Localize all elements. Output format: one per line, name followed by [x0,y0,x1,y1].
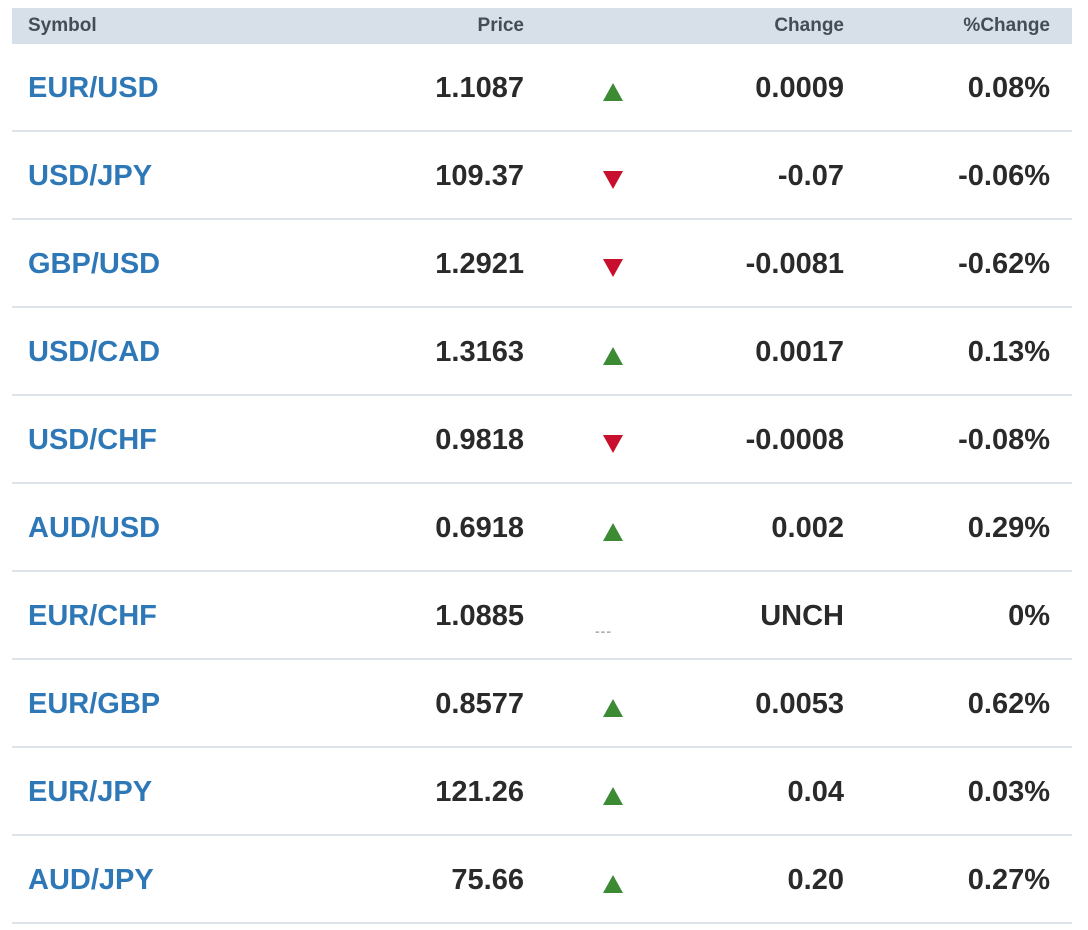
triangle-up-icon [602,874,624,894]
price-value: 0.8577 [435,688,524,720]
pct-change-value: 0.08% [967,72,1050,104]
triangle-up-icon [602,82,624,102]
table-header: Symbol Price Change %Change [12,8,1072,44]
table-row: USD/JPY 109.37 -0.07 -0.06% [12,132,1072,220]
table-row: AUD/USD 0.6918 0.002 0.29% [12,484,1072,572]
price-value: 109.37 [435,160,524,192]
symbol-link[interactable]: AUD/JPY [28,836,154,924]
price-value: 0.6918 [435,512,524,544]
price-value: 1.1087 [435,72,524,104]
pct-change-value: 0.29% [967,512,1050,544]
triangle-down-icon [602,258,624,278]
triangle-down-icon [602,170,624,190]
symbol-link[interactable]: EUR/USD [28,44,159,132]
change-value: 0.0053 [755,688,844,720]
symbol-link[interactable]: USD/JPY [28,132,152,220]
change-value: -0.0081 [745,248,844,280]
column-header-symbol[interactable]: Symbol [28,8,97,44]
pct-change-value: 0.62% [967,688,1050,720]
symbol-link[interactable]: EUR/JPY [28,748,152,836]
price-value: 1.0885 [435,600,524,632]
triangle-down-icon [602,434,624,454]
forex-quotes-table: Symbol Price Change %Change EUR/USD 1.108… [12,8,1072,924]
pct-change-value: -0.06% [958,160,1050,192]
price-value: 1.2921 [435,248,524,280]
pct-change-value: -0.08% [958,424,1050,456]
unchanged-dash-icon: --- [595,623,612,639]
table-row: GBP/USD 1.2921 -0.0081 -0.62% [12,220,1072,308]
change-value: 0.04 [787,776,844,808]
pct-change-value: 0.03% [967,776,1050,808]
triangle-up-icon [602,786,624,806]
change-value: 0.20 [787,864,844,896]
table-body: EUR/USD 1.1087 0.0009 0.08% USD/JPY 109.37 -0.… [12,44,1072,924]
pct-change-value: 0.27% [967,864,1050,896]
price-value: 75.66 [451,864,524,896]
price-value: 0.9818 [435,424,524,456]
symbol-link[interactable]: AUD/USD [28,484,160,572]
table-row: EUR/CHF 1.0885 --- UNCH 0% [12,572,1072,660]
change-value: -0.0008 [745,424,844,456]
price-value: 1.3163 [435,336,524,368]
pct-change-value: 0% [1008,600,1050,632]
column-header-change[interactable]: Change [774,8,844,44]
triangle-up-icon [602,698,624,718]
table-row: EUR/USD 1.1087 0.0009 0.08% [12,44,1072,132]
pct-change-value: 0.13% [967,336,1050,368]
table-row: EUR/GBP 0.8577 0.0053 0.62% [12,660,1072,748]
symbol-link[interactable]: EUR/CHF [28,572,157,660]
table-row: USD/CAD 1.3163 0.0017 0.13% [12,308,1072,396]
price-value: 121.26 [435,776,524,808]
change-value: 0.002 [771,512,844,544]
symbol-link[interactable]: USD/CAD [28,308,160,396]
symbol-link[interactable]: USD/CHF [28,396,157,484]
change-value: 0.0009 [755,72,844,104]
column-header-pct-change[interactable]: %Change [963,8,1050,44]
table-row: AUD/JPY 75.66 0.20 0.27% [12,836,1072,924]
triangle-up-icon [602,346,624,366]
triangle-up-icon [602,522,624,542]
symbol-link[interactable]: EUR/GBP [28,660,160,748]
change-value: -0.07 [777,160,844,192]
symbol-link[interactable]: GBP/USD [28,220,160,308]
pct-change-value: -0.62% [958,248,1050,280]
change-value: 0.0017 [755,336,844,368]
column-header-price[interactable]: Price [478,8,524,44]
table-row: EUR/JPY 121.26 0.04 0.03% [12,748,1072,836]
change-value: UNCH [760,600,844,632]
table-row: USD/CHF 0.9818 -0.0008 -0.08% [12,396,1072,484]
